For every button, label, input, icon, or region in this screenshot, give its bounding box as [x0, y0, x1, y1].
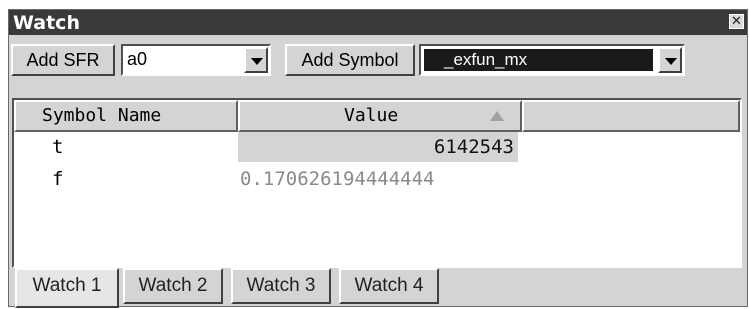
title-bar[interactable]: Watch ✕ — [9, 10, 747, 35]
tab-watch-4[interactable]: Watch 4 — [339, 268, 439, 304]
column-header-empty — [522, 100, 740, 132]
sfr-select[interactable]: a0 — [121, 44, 271, 76]
tab-watch-2[interactable]: Watch 2 — [123, 268, 223, 304]
chevron-down-icon[interactable] — [244, 47, 268, 73]
symbol-select[interactable]: _exfun_mx — [419, 44, 685, 76]
add-sfr-button[interactable]: Add SFR — [11, 44, 115, 76]
column-header-value[interactable]: Value — [238, 100, 522, 132]
value-cell[interactable]: 6142543 — [238, 132, 518, 162]
symbol-select-value: _exfun_mx — [424, 49, 653, 71]
chevron-down-icon[interactable] — [658, 47, 682, 73]
symbol-name-cell: t — [52, 136, 64, 158]
watch-grid: Symbol Name Value t 6142543 f 0.17062619… — [12, 98, 742, 268]
close-icon[interactable]: ✕ — [729, 14, 744, 29]
window-title: Watch — [13, 12, 80, 34]
watch-window: Watch ✕ Add SFR a0 Add Symbol _exfun_mx … — [8, 9, 748, 308]
column-header-symbol-name[interactable]: Symbol Name — [14, 100, 238, 132]
value-cell[interactable]: 0.170626194444444 — [240, 168, 434, 190]
sfr-select-value: a0 — [127, 49, 148, 69]
add-symbol-button[interactable]: Add Symbol — [285, 44, 415, 76]
sort-ascending-icon — [490, 111, 504, 121]
symbol-name-cell: f — [52, 168, 64, 190]
tab-watch-3[interactable]: Watch 3 — [231, 268, 331, 304]
tab-watch-1[interactable]: Watch 1 — [15, 268, 119, 308]
column-header-value-label: Value — [344, 105, 399, 126]
